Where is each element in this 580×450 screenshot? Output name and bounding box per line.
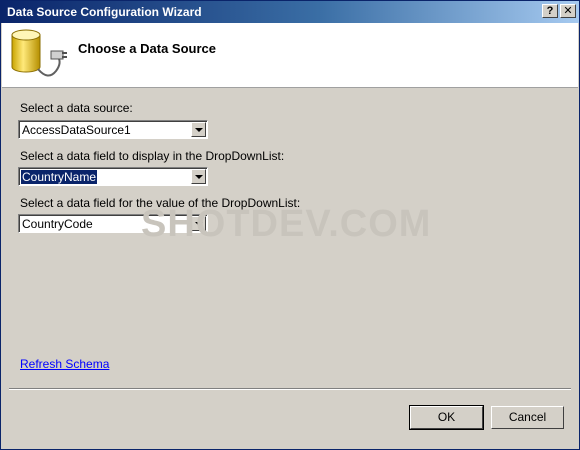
watermark: SHOTDEV.COM [141,203,432,245]
page-title: Choose a Data Source [78,41,216,56]
cancel-button[interactable]: Cancel [491,406,564,429]
refresh-schema-link[interactable]: Refresh Schema [20,357,109,371]
data-source-label: Select a data source: [20,101,133,115]
data-source-combobox[interactable]: AccessDataSource1 [18,120,208,139]
window-title: Data Source Configuration Wizard [7,5,202,19]
ok-button[interactable]: OK [409,405,484,430]
data-source-value: AccessDataSource1 [22,123,131,137]
display-field-dropdown-button[interactable] [191,169,206,184]
wizard-header: Choose a Data Source [2,23,578,88]
help-button[interactable]: ? [542,4,558,18]
title-bar[interactable]: Data Source Configuration Wizard ? ✕ [1,1,579,23]
database-plug-icon [11,29,67,77]
value-field-value: CountryCode [22,217,93,231]
display-field-label: Select a data field to display in the Dr… [20,149,285,163]
close-button[interactable]: ✕ [560,4,576,18]
chevron-down-icon [195,128,203,132]
display-field-combobox[interactable]: CountryName [18,167,208,186]
dialog-window: Data Source Configuration Wizard ? ✕ Cho… [0,0,580,450]
display-field-value: CountryName [21,170,98,184]
footer-separator [9,388,571,390]
chevron-down-icon [195,175,203,179]
data-source-dropdown-button[interactable] [191,122,206,137]
